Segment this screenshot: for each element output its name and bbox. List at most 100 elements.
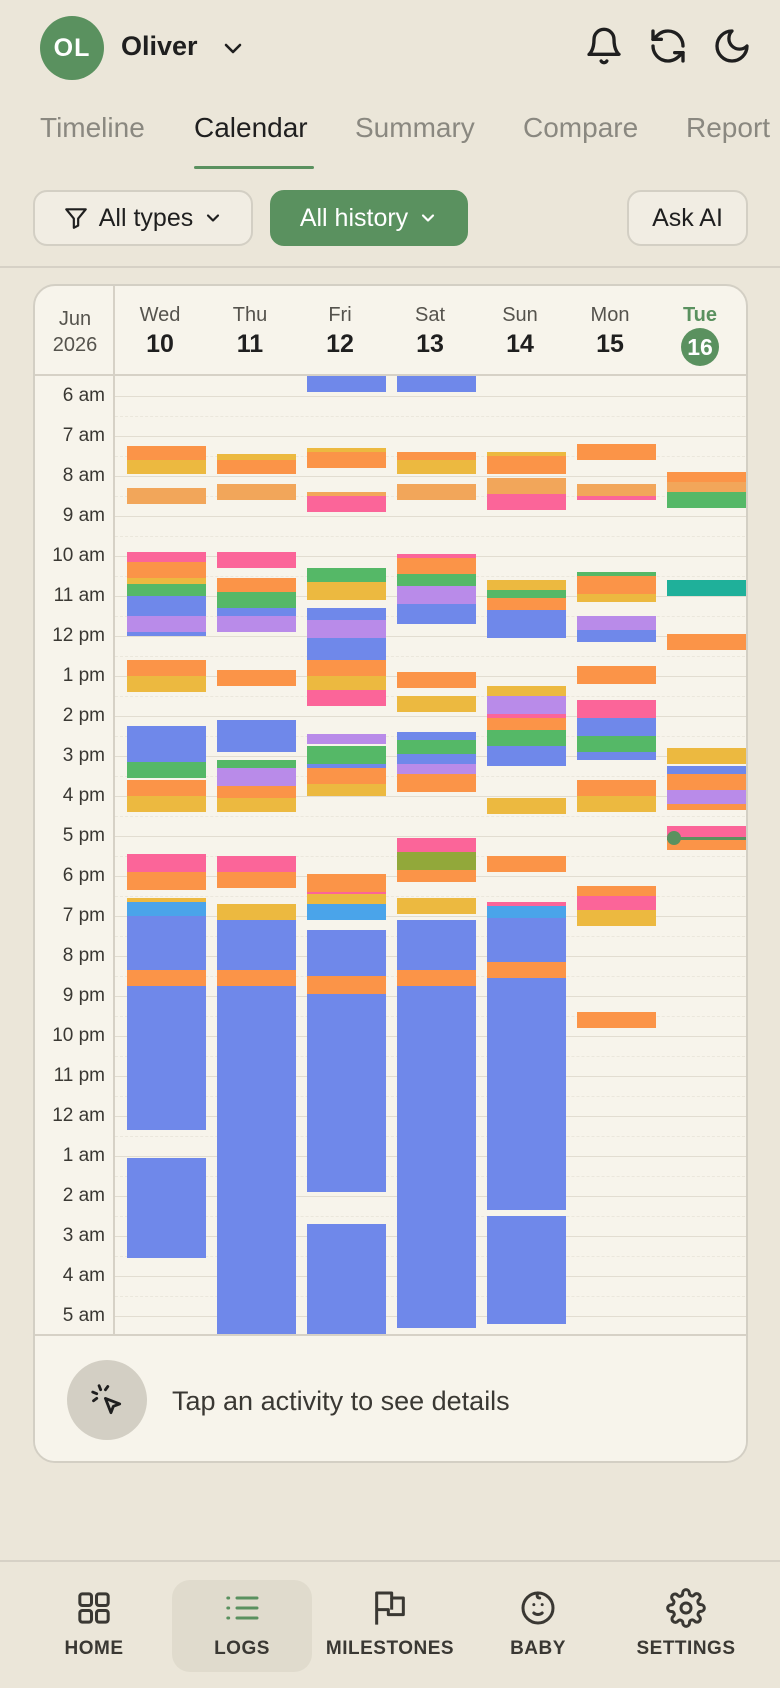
chevron-down-icon[interactable] [221, 36, 245, 60]
activity-play[interactable] [577, 736, 656, 752]
activity-feed[interactable] [217, 872, 296, 888]
activity-feed[interactable] [307, 976, 386, 994]
activity-sleep[interactable] [487, 610, 566, 638]
activity-solids[interactable] [577, 484, 656, 496]
tab-report[interactable]: Report [686, 112, 770, 144]
activity-sleep[interactable] [307, 376, 386, 392]
activity-play[interactable] [667, 492, 746, 508]
activity-bath[interactable] [397, 586, 476, 604]
activity-bottle[interactable] [667, 748, 746, 764]
refresh-icon[interactable] [648, 26, 688, 66]
activity-sleep[interactable] [487, 1216, 566, 1324]
activity-sleep[interactable] [307, 608, 386, 620]
activity-sleep[interactable] [307, 930, 386, 976]
activity-diaper[interactable] [307, 496, 386, 512]
activity-bottle[interactable] [307, 582, 386, 600]
activity-sleep[interactable] [217, 1212, 296, 1334]
avatar[interactable]: OL [40, 16, 104, 80]
tab-compare[interactable]: Compare [523, 112, 638, 144]
activity-sleep[interactable] [127, 596, 206, 616]
activity-diaper[interactable] [577, 896, 656, 910]
nav-settings[interactable]: SETTINGS [616, 1580, 756, 1672]
activity-diaper[interactable] [127, 552, 206, 562]
activity-feed[interactable] [397, 672, 476, 688]
activity-feed[interactable] [667, 634, 746, 650]
activity-sleep[interactable] [217, 608, 296, 616]
activity-sleep[interactable] [487, 978, 566, 1210]
activity-bottle[interactable] [127, 460, 206, 474]
activity-sleep[interactable] [397, 376, 476, 392]
activity-bottle[interactable] [397, 460, 476, 474]
activity-bottle[interactable] [127, 676, 206, 692]
activity-feed[interactable] [217, 970, 296, 986]
activity-bottle[interactable] [397, 898, 476, 914]
activity-bottle[interactable] [577, 594, 656, 602]
activity-sleep[interactable] [307, 638, 386, 660]
activity-feed[interactable] [127, 446, 206, 460]
day-header-wed[interactable]: Wed 10 [115, 286, 205, 376]
activity-solids[interactable] [487, 478, 566, 494]
type-filter-button[interactable]: All types [33, 190, 253, 246]
activity-bottle[interactable] [577, 910, 656, 926]
activity-solids[interactable] [127, 488, 206, 504]
activity-feed[interactable] [127, 660, 206, 676]
activity-feed[interactable] [487, 856, 566, 872]
activity-feed[interactable] [577, 1012, 656, 1028]
activity-sleep[interactable] [577, 752, 656, 760]
activity-feed[interactable] [127, 970, 206, 986]
activity-bath[interactable] [217, 616, 296, 632]
ask-ai-button[interactable]: Ask AI [627, 190, 748, 246]
activity-diaper[interactable] [307, 690, 386, 706]
activity-feed[interactable] [217, 786, 296, 798]
activity-feed[interactable] [397, 452, 476, 460]
activity-feed[interactable] [217, 578, 296, 592]
day-header-thu[interactable]: Thu 11 [205, 286, 295, 376]
activity-solids[interactable] [217, 484, 296, 500]
activity-med[interactable] [667, 580, 746, 596]
nav-milestones[interactable]: MILESTONES [320, 1580, 460, 1672]
activity-bottle[interactable] [307, 676, 386, 690]
activity-play[interactable] [307, 568, 386, 582]
bell-icon[interactable] [584, 26, 624, 66]
day-header-fri[interactable]: Fri 12 [295, 286, 385, 376]
activity-diaper[interactable] [487, 494, 566, 510]
user-name[interactable]: Oliver [121, 31, 198, 62]
activity-sleep[interactable] [487, 746, 566, 766]
activity-feed[interactable] [667, 472, 746, 482]
activity-sleep[interactable] [127, 632, 206, 636]
activity-feed[interactable] [307, 660, 386, 676]
activity-sleep[interactable] [127, 916, 206, 970]
activity-sleep[interactable] [217, 720, 296, 752]
activity-bath[interactable] [307, 620, 386, 638]
activity-sleep[interactable] [127, 1158, 206, 1258]
calendar-grid[interactable]: 6 am 7 am 8 am 9 am 10 am 11 am 12 pm 1 pm 2 pm 3… [35, 376, 746, 1334]
activity-feed[interactable] [307, 452, 386, 468]
activity-feed[interactable] [487, 456, 566, 474]
activity-feed[interactable] [397, 870, 476, 882]
activity-bath[interactable] [217, 768, 296, 786]
activity-sleep[interactable] [487, 918, 566, 962]
day-header-mon[interactable]: Mon 15 [565, 286, 655, 376]
history-filter-button[interactable]: All history [270, 190, 468, 246]
activity-sleep[interactable] [397, 754, 476, 764]
activity-feed[interactable] [487, 962, 566, 978]
activity-bottle[interactable] [217, 798, 296, 812]
activity-sleep[interactable] [217, 986, 296, 1212]
activity-diaper[interactable] [577, 700, 656, 718]
activity-feed[interactable] [487, 598, 566, 610]
activity-diaper[interactable] [397, 838, 476, 852]
activity-bottle[interactable] [217, 904, 296, 920]
activity-sleep[interactable] [397, 604, 476, 624]
activity-sleep[interactable] [667, 766, 746, 774]
activity-play[interactable] [397, 574, 476, 586]
activity-bath[interactable] [397, 764, 476, 774]
activity-play[interactable] [487, 730, 566, 746]
activity-feed[interactable] [127, 562, 206, 578]
activity-bottle[interactable] [487, 580, 566, 590]
activity-feed[interactable] [577, 780, 656, 796]
activity-bath[interactable] [487, 696, 566, 714]
activity-pump[interactable] [487, 906, 566, 918]
activity-feed[interactable] [307, 768, 386, 784]
activity-feed[interactable] [127, 780, 206, 796]
activity-play[interactable] [307, 746, 386, 764]
